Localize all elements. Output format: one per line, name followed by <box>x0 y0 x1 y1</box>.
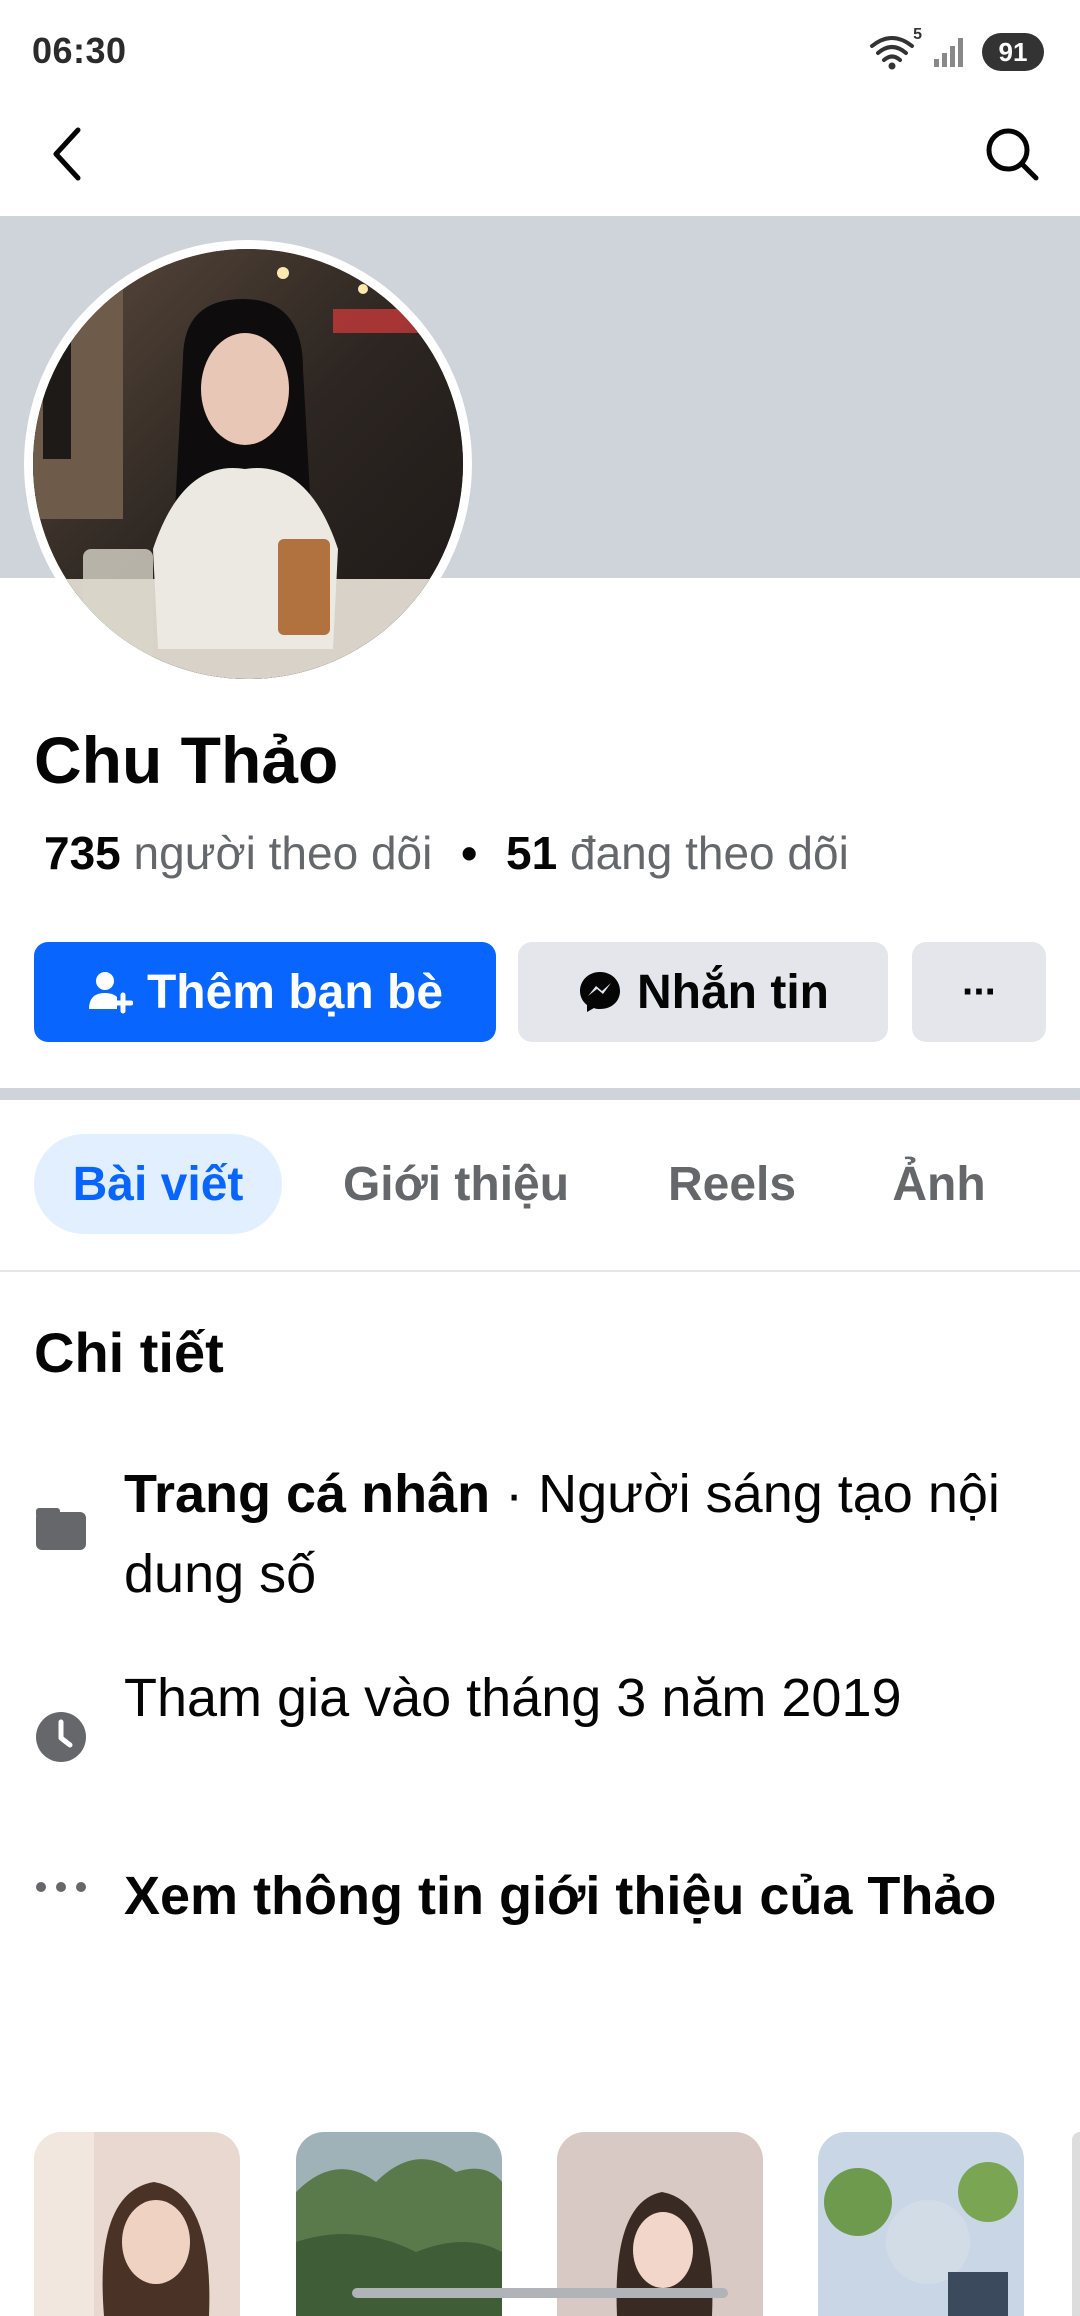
tab-posts[interactable]: Bài viết <box>34 1134 282 1234</box>
battery-indicator: 91 <box>982 33 1044 71</box>
profile-name: Chu Thảo <box>34 723 339 797</box>
joined-text: Tham gia vào tháng 3 năm 2019 <box>124 1668 902 1728</box>
section-divider <box>0 1088 1080 1100</box>
see-about-link[interactable]: Xem thông tin giới thiệu của Thảo <box>124 1856 1024 1936</box>
signal-icon <box>932 35 968 69</box>
chevron-left-icon <box>53 127 81 181</box>
profile-page: 06:30 5 91 Chu Thảo 735 người theo dõi •… <box>0 0 1080 2316</box>
ellipsis-icon <box>36 1882 86 1892</box>
tab-reels[interactable]: Reels <box>636 1134 828 1234</box>
status-time: 06:30 <box>32 30 127 71</box>
wifi-icon: 5 <box>868 26 922 72</box>
photo-thumbnail[interactable] <box>1072 2132 1080 2316</box>
profile-avatar[interactable] <box>24 240 472 688</box>
message-button[interactable]: Nhắn tin <box>518 942 888 1042</box>
page-icon <box>36 1508 86 1550</box>
search-icon <box>986 128 1039 181</box>
profile-tabs: Bài viết Giới thiệu Reels Ảnh <box>0 1134 1080 1238</box>
photo-thumbnail[interactable] <box>818 2132 1024 2316</box>
page-type-bold: Trang cá nhân <box>124 1464 491 1524</box>
details-title: Chi tiết <box>34 1321 224 1384</box>
photo-thumbnail[interactable] <box>34 2132 240 2316</box>
back-button[interactable] <box>36 122 100 186</box>
add-person-icon <box>88 972 133 1014</box>
home-indicator[interactable] <box>352 2288 728 2298</box>
tab-about[interactable]: Giới thiệu <box>320 1134 592 1234</box>
more-options-button[interactable]: ··· <box>912 942 1046 1042</box>
message-label: Nhắn tin <box>637 965 829 1019</box>
wifi-badge: 5 <box>913 26 922 43</box>
following-count[interactable]: 51 <box>506 827 557 879</box>
followers-label[interactable]: người theo dõi <box>134 827 433 879</box>
top-nav <box>0 100 1080 216</box>
search-button[interactable] <box>980 122 1044 186</box>
page-type-text: Trang cá nhân · Người sáng tạo nội dung … <box>124 1454 1024 1614</box>
followers-count[interactable]: 735 <box>44 827 121 879</box>
status-icons: 5 91 <box>868 26 1044 74</box>
avatar-photo <box>33 249 463 679</box>
tabs-divider <box>0 1270 1080 1272</box>
tab-photos[interactable]: Ảnh <box>864 1134 1014 1234</box>
status-bar: 06:30 5 91 <box>0 0 1080 100</box>
follow-stats: 735 người theo dõi • 51 đang theo dõi <box>44 826 849 880</box>
add-friend-button[interactable]: Thêm bạn bè <box>34 942 496 1042</box>
detail-see-about[interactable]: Xem thông tin giới thiệu của Thảo <box>0 1856 1080 2016</box>
ellipsis-icon: ··· <box>962 969 998 1014</box>
following-label[interactable]: đang theo dõi <box>570 827 849 879</box>
detail-joined: Tham gia vào tháng 3 năm 2019 <box>0 1658 1080 1818</box>
detail-page-type: Trang cá nhân · Người sáng tạo nội dung … <box>0 1454 1080 1614</box>
stats-separator: • <box>461 827 478 879</box>
add-friend-label: Thêm bạn bè <box>146 965 444 1019</box>
clock-icon <box>36 1712 86 1762</box>
messenger-icon <box>580 972 620 1012</box>
